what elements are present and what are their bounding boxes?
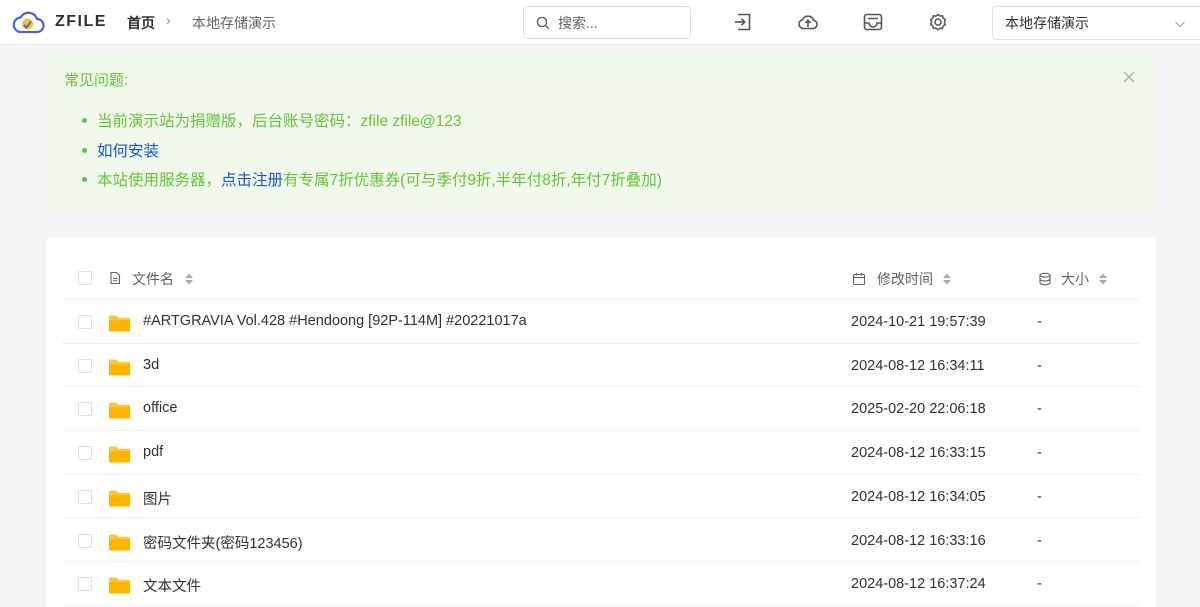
modified-time: 2024-08-12 16:33:16 [851, 532, 986, 549]
file-table-card: 文件名 修改时间 大小 #ARTGRAVIA Vol.428 #Hendoong… [46, 237, 1156, 607]
notice-item-prefix: 本站使用服务器， [97, 172, 222, 189]
folder-icon [108, 576, 131, 594]
table-row[interactable]: office 2025-02-20 22:06:18 - [62, 387, 1139, 432]
file-size: - [1037, 488, 1042, 505]
login-button[interactable] [732, 11, 754, 33]
file-size: - [1037, 357, 1042, 374]
file-name[interactable]: #ARTGRAVIA Vol.428 #Hendoong [92P-114M] … [143, 313, 527, 329]
column-time-header[interactable]: 修改时间 [877, 269, 933, 289]
register-link[interactable]: 点击注册 [221, 172, 283, 189]
file-name[interactable]: 3d [143, 357, 159, 373]
logo[interactable]: ZFILE [11, 9, 107, 35]
folder-icon [108, 533, 131, 551]
login-icon [735, 13, 751, 31]
row-checkbox[interactable] [78, 533, 92, 548]
file-size: - [1037, 314, 1042, 330]
storage-select-value: 本地存储演示 [1005, 15, 1089, 31]
row-checkbox[interactable] [78, 358, 92, 373]
settings-icon [929, 13, 947, 31]
settings-button[interactable] [927, 11, 949, 33]
drive-icon [863, 13, 883, 31]
folder-icon [108, 401, 131, 419]
row-checkbox[interactable] [78, 402, 92, 417]
faq-notice: 常见问题: 当前演示站为捐赠版，后台账号密码：zfile zfile@123 如… [46, 56, 1156, 213]
file-name[interactable]: 密码文件夹(密码123456) [143, 532, 303, 553]
modified-time: 2024-08-12 16:33:15 [851, 445, 986, 462]
sort-icon[interactable] [184, 272, 194, 286]
file-size: - [1037, 445, 1042, 462]
notice-item-text: 当前演示站为捐赠版，后台账号密码：zfile zfile@123 [97, 113, 462, 130]
breadcrumb-separator: › [166, 12, 171, 28]
modified-time: 2024-08-12 16:34:11 [851, 357, 985, 374]
row-checkbox[interactable] [78, 315, 92, 329]
folder-icon [108, 445, 131, 463]
column-name-header[interactable]: 文件名 [132, 269, 174, 289]
chevron-down-icon [1175, 21, 1185, 28]
table-row[interactable]: 密码文件夹(密码123456) 2024-08-12 16:33:16 - [62, 519, 1139, 563]
table-row[interactable]: 文本文件 2024-08-12 16:37:24 - [62, 562, 1139, 606]
upload-button[interactable] [797, 11, 819, 33]
notice-item-account: 当前演示站为捐赠版，后台账号密码：zfile zfile@123 [82, 109, 662, 139]
file-name[interactable]: pdf [143, 444, 163, 460]
table-header: 文件名 修改时间 大小 [62, 257, 1139, 300]
upload-icon [798, 15, 818, 30]
search-input[interactable]: 搜索... [523, 6, 691, 39]
breadcrumb-home[interactable]: 首页 [127, 13, 155, 33]
file-name[interactable]: 文本文件 [143, 575, 201, 596]
drive-button[interactable] [862, 11, 884, 33]
modified-time: 2024-08-12 16:37:24 [851, 576, 986, 593]
file-name[interactable]: 图片 [143, 488, 172, 509]
notice-item-suffix: 有专属7折优惠券(可与季付9折,半年付8折,年付7折叠加) [283, 172, 662, 189]
table-row[interactable]: 3d 2024-08-12 16:34:11 - [62, 344, 1139, 388]
top-header: ZFILE 首页 › 本地存储演示 搜索... 本地存储演示 [0, 0, 1200, 45]
calendar-icon [852, 273, 866, 286]
file-icon [110, 271, 121, 285]
notice-item-server: 本站使用服务器，点击注册有专属7折优惠券(可与季付9折,半年付8折,年付7折叠加… [82, 168, 662, 198]
file-size: - [1037, 576, 1042, 593]
cloud-logo-icon [12, 11, 45, 34]
row-checkbox[interactable] [78, 489, 92, 504]
sort-icon[interactable] [1098, 272, 1108, 286]
close-icon[interactable] [1122, 70, 1136, 84]
table-row[interactable]: pdf 2024-08-12 16:33:15 - [62, 431, 1139, 475]
storage-select[interactable]: 本地存储演示 [992, 6, 1200, 40]
search-icon [536, 16, 550, 29]
modified-time: 2024-10-21 19:57:39 [851, 314, 986, 330]
column-size-header[interactable]: 大小 [1061, 269, 1089, 289]
folder-icon [108, 489, 131, 507]
sort-icon[interactable] [942, 272, 952, 286]
file-size: - [1037, 401, 1042, 418]
notice-list: 当前演示站为捐赠版，后台账号密码：zfile zfile@123 如何安装 本站… [82, 109, 662, 198]
table-row[interactable]: #ARTGRAVIA Vol.428 #Hendoong [92P-114M] … [62, 300, 1139, 344]
select-all-checkbox[interactable] [78, 271, 92, 285]
folder-icon [108, 358, 131, 376]
breadcrumb-current[interactable]: 本地存储演示 [192, 13, 276, 33]
file-size: - [1037, 532, 1042, 549]
notice-title: 常见问题: [64, 72, 129, 89]
notice-item-install: 如何安装 [82, 139, 662, 169]
install-guide-link[interactable]: 如何安装 [97, 143, 159, 160]
folder-icon [108, 314, 131, 332]
row-checkbox[interactable] [78, 446, 92, 461]
table-row[interactable]: 图片 2024-08-12 16:34:05 - [62, 475, 1139, 519]
database-icon [1039, 272, 1051, 286]
modified-time: 2024-08-12 16:34:05 [851, 488, 986, 505]
row-checkbox[interactable] [78, 577, 92, 592]
search-placeholder: 搜索... [558, 14, 598, 31]
brand-name: ZFILE [55, 13, 107, 30]
file-name[interactable]: office [143, 400, 177, 416]
modified-time: 2025-02-20 22:06:18 [851, 401, 986, 418]
